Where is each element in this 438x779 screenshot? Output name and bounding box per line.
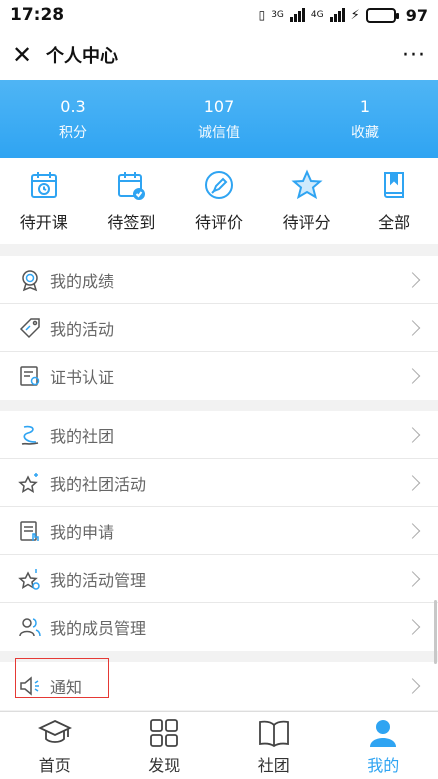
star-icon — [291, 169, 323, 200]
battery-level: 97 — [405, 5, 428, 25]
stat-value: 0.3 — [60, 96, 86, 116]
net-type-1: 3G — [271, 10, 284, 20]
menu-club-activities[interactable]: 我的社团活动 — [0, 459, 438, 507]
signal-icon-2 — [329, 8, 345, 22]
charging-icon: ⚡ — [350, 7, 360, 23]
star-sparkle-icon — [18, 472, 38, 493]
menu-label: 我的社团活动 — [50, 474, 147, 494]
close-icon[interactable]: ✕ — [12, 41, 40, 69]
status-time: 17:28 — [10, 5, 65, 25]
chevron-right-icon — [404, 522, 421, 539]
menu-label: 我的活动管理 — [50, 570, 147, 590]
stat-label: 诚信值 — [198, 124, 240, 141]
tab-clubs[interactable]: 社团 — [219, 712, 329, 779]
menu-group-2: 我的社团 我的社团活动 我的申请 我的活动管理 我的成员管理 — [0, 411, 438, 651]
graduation-cap-icon — [37, 719, 72, 743]
more-button[interactable]: ··· — [402, 43, 426, 68]
order-label: 待签到 — [107, 213, 156, 232]
menu-my-activities[interactable]: 我的活动 — [0, 304, 438, 352]
stat-value: 107 — [203, 96, 235, 116]
nav-bar: ✕ 个人中心 ··· — [0, 30, 438, 80]
net-type-2: 4G — [310, 10, 324, 20]
scrollbar[interactable] — [434, 600, 437, 664]
stat-value: 1 — [359, 96, 371, 116]
menu-label: 我的社团 — [50, 426, 115, 446]
chevron-right-icon — [404, 619, 421, 635]
stat-label: 收藏 — [351, 124, 379, 141]
order-pending-review[interactable]: 待评价 — [175, 158, 263, 244]
menu-notifications[interactable]: 通知 — [0, 662, 438, 710]
order-pending-checkin[interactable]: 待签到 — [88, 158, 176, 244]
chevron-right-icon — [404, 426, 421, 443]
menu-label: 我的申请 — [50, 522, 115, 542]
menu-label: 我的成绩 — [50, 271, 115, 291]
members-icon — [19, 618, 41, 637]
order-label: 全部 — [378, 213, 411, 232]
open-book-icon — [258, 720, 289, 747]
menu-my-grades[interactable]: 我的成绩 — [0, 256, 438, 304]
menu-label: 我的成员管理 — [50, 619, 147, 638]
certificate-icon — [20, 366, 40, 386]
tab-label: 我的 — [367, 755, 400, 775]
order-pending-score[interactable]: 待评分 — [263, 158, 351, 244]
tab-home[interactable]: 首页 — [0, 712, 110, 779]
chevron-right-icon — [404, 319, 421, 336]
tab-label: 首页 — [38, 755, 71, 775]
signal-icon — [289, 8, 305, 22]
order-label: 待开课 — [19, 213, 68, 232]
order-label: 待评价 — [194, 213, 243, 232]
stats-panel: 0.3 积分 107 诚信值 1 收藏 — [0, 80, 438, 158]
calendar-clock-icon — [30, 172, 57, 198]
stat-label: 积分 — [59, 124, 87, 141]
star-gear-icon — [18, 568, 40, 590]
stat-favorites[interactable]: 1 收藏 — [292, 80, 438, 158]
bottom-tab-bar: 首页 发现 社团 我的 — [0, 711, 438, 779]
chevron-right-icon — [404, 570, 421, 587]
club-icon — [21, 425, 39, 445]
chevron-right-icon — [404, 678, 421, 694]
stat-integrity[interactable]: 107 诚信值 — [146, 80, 292, 158]
menu-member-management[interactable]: 我的成员管理 — [0, 603, 438, 651]
speaker-icon — [20, 676, 39, 696]
book-icon — [384, 172, 405, 198]
menu-group-3: 通知 — [0, 662, 438, 710]
course-status-bar: 待开课 待签到 待评价 待评分 全部 — [0, 158, 438, 244]
stat-points[interactable]: 0.3 积分 — [0, 80, 146, 158]
menu-certificate[interactable]: 证书认证 — [0, 352, 438, 400]
tab-label: 发现 — [148, 755, 181, 775]
medal-icon — [22, 269, 38, 291]
pen-circle-icon — [204, 171, 233, 199]
order-all[interactable]: 全部 — [350, 158, 438, 244]
menu-my-applications[interactable]: 我的申请 — [0, 507, 438, 555]
menu-label: 我的活动 — [50, 319, 115, 339]
menu-activity-management[interactable]: 我的活动管理 — [0, 555, 438, 603]
calendar-check-icon — [118, 172, 146, 200]
grid-icon — [150, 718, 179, 747]
tab-discover[interactable]: 发现 — [110, 712, 220, 779]
menu-label: 通知 — [50, 678, 83, 697]
chevron-right-icon — [404, 271, 421, 288]
order-pending-start[interactable]: 待开课 — [0, 158, 88, 244]
menu-label: 证书认证 — [50, 368, 115, 387]
document-hand-icon — [20, 520, 39, 541]
tab-mine[interactable]: 我的 — [329, 712, 438, 779]
chevron-right-icon — [404, 474, 421, 491]
tab-label: 社团 — [257, 755, 290, 775]
vibrate-icon: ▯ — [258, 8, 266, 22]
user-icon — [370, 719, 397, 747]
menu-my-clubs[interactable]: 我的社团 — [0, 411, 438, 459]
order-label: 待评分 — [282, 213, 331, 232]
page-title: 个人中心 — [46, 46, 118, 67]
menu-group-1: 我的成绩 我的活动 证书认证 — [0, 256, 438, 400]
battery-icon — [365, 7, 399, 23]
chevron-right-icon — [404, 368, 421, 384]
status-bar: 17:28 ▯ 3G 4G ⚡ 97 — [0, 0, 438, 30]
tag-icon — [19, 317, 40, 338]
